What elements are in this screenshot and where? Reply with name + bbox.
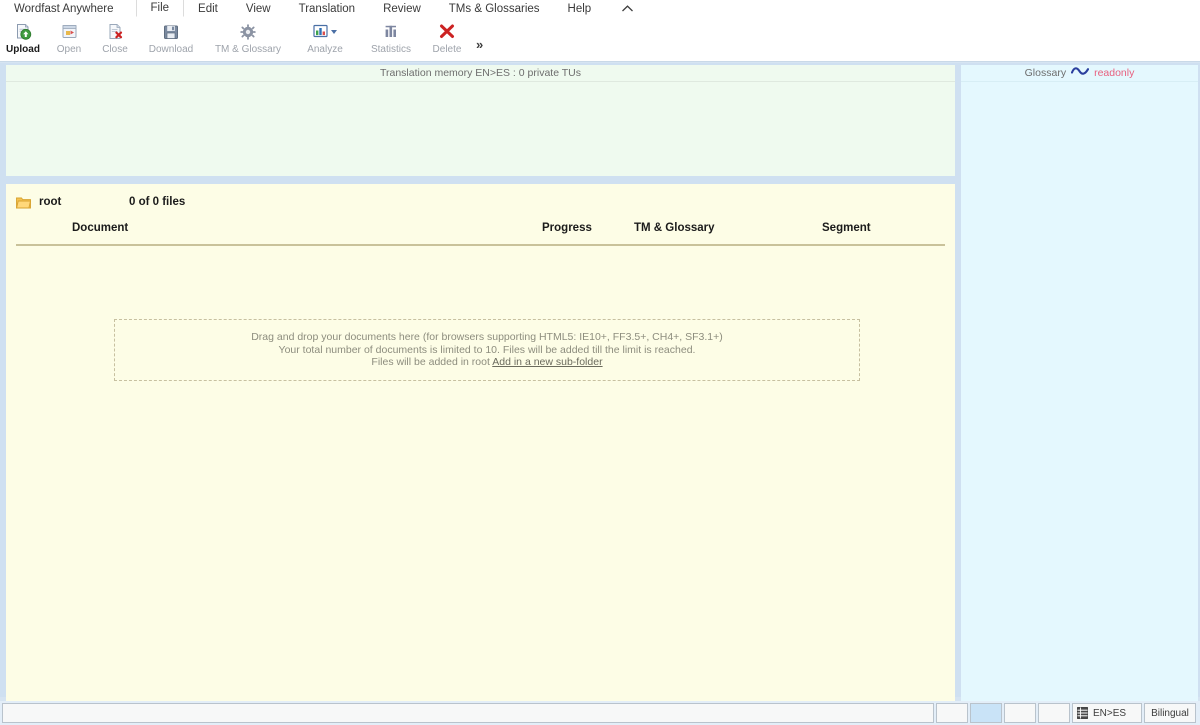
folder-icon [16, 196, 31, 209]
menu-bar: Wordfast Anywhere File Edit View Transla… [0, 0, 1200, 18]
wave-icon [1071, 65, 1089, 81]
status-cell-3[interactable] [1004, 703, 1036, 723]
toolbar-overflow-button[interactable]: » [476, 37, 483, 52]
language-pair-label: EN>ES [1093, 708, 1126, 719]
status-cell-1[interactable] [936, 703, 968, 723]
toolbar: Upload Open [0, 17, 1200, 62]
application-window: Wordfast Anywhere File Edit View Transla… [0, 0, 1200, 725]
glossary-readonly-badge: readonly [1094, 65, 1134, 81]
status-cell-4[interactable] [1038, 703, 1070, 723]
gear-icon [240, 22, 256, 41]
column-header-progress[interactable]: Progress [542, 222, 592, 234]
analyze-button[interactable]: Analyze [292, 20, 358, 60]
folder-row[interactable]: root 0 of 0 files [6, 184, 955, 212]
dropzone-line-1: Drag and drop your documents here (for b… [251, 331, 723, 344]
menu-item-translation-label: Translation [299, 3, 355, 15]
database-icon [1077, 707, 1088, 719]
upload-button[interactable]: Upload [0, 20, 46, 60]
menu-item-edit[interactable]: Edit [184, 0, 232, 17]
menu-item-view[interactable]: View [232, 0, 285, 17]
menu-item-translation[interactable]: Translation [285, 0, 369, 17]
upload-button-label: Upload [6, 44, 40, 56]
add-sub-folder-link[interactable]: Add in a new sub-folder [492, 356, 602, 368]
menu-item-tms-glossaries[interactable]: TMs & Glossaries [435, 0, 554, 17]
document-mode-indicator[interactable]: Bilingual [1144, 703, 1196, 723]
column-header-segment[interactable]: Segment [822, 222, 871, 234]
statistics-button[interactable]: Statistics [358, 20, 424, 60]
glossary-header: Glossary readonly [961, 65, 1198, 82]
chevron-up-icon[interactable] [614, 0, 1200, 17]
delete-button-label: Delete [433, 44, 462, 56]
tm-glossary-button[interactable]: TM & Glossary [204, 20, 292, 60]
dropzone-line-3: Files will be added in root Add in a new… [371, 356, 602, 369]
app-brand-label: Wordfast Anywhere [14, 3, 114, 15]
dropzone-line-2: Your total number of documents is limite… [279, 344, 696, 357]
glossary-title: Glossary [1025, 65, 1066, 81]
open-button-label: Open [57, 44, 81, 56]
statistics-button-label: Statistics [371, 44, 411, 56]
open-button[interactable]: Open [46, 20, 92, 60]
dropzone-line-3-prefix: Files will be added in root [371, 356, 489, 368]
translation-memory-header: Translation memory EN>ES : 0 private TUs [6, 65, 955, 82]
delete-x-icon [439, 22, 455, 41]
upload-icon [15, 22, 32, 41]
folder-name: root [39, 196, 129, 208]
menu-item-view-label: View [246, 3, 271, 15]
menu-item-help[interactable]: Help [554, 0, 606, 17]
statistics-icon [383, 22, 399, 41]
language-pair-indicator[interactable]: EN>ES [1072, 703, 1142, 723]
close-document-button[interactable]: Close [92, 20, 138, 60]
column-header-document[interactable]: Document [72, 222, 128, 234]
menu-item-tms-glossaries-label: TMs & Glossaries [449, 3, 540, 15]
close-document-button-label: Close [102, 44, 128, 56]
file-count: 0 of 0 files [129, 196, 185, 208]
status-cell-2[interactable] [970, 703, 1002, 723]
document-table-header: Document Progress TM & Glossary Segment [16, 222, 945, 246]
menu-item-edit-label: Edit [198, 3, 218, 15]
menu-item-file-label: File [151, 2, 170, 14]
analyze-chart-icon [313, 22, 337, 41]
menu-item-review-label: Review [383, 3, 421, 15]
glossary-panel: Glossary readonly [961, 65, 1198, 725]
download-button-label: Download [149, 44, 193, 56]
status-bar: EN>ES Bilingual [0, 701, 1200, 725]
glossary-body[interactable] [961, 82, 1198, 725]
open-icon [61, 22, 78, 41]
analyze-button-label: Analyze [307, 44, 343, 56]
tm-glossary-button-label: TM & Glossary [215, 44, 281, 56]
app-brand[interactable]: Wordfast Anywhere [0, 0, 136, 17]
menu-item-review[interactable]: Review [369, 0, 435, 17]
status-message [2, 703, 934, 723]
translation-memory-body[interactable] [6, 82, 955, 176]
column-header-tm-glossary[interactable]: TM & Glossary [634, 222, 715, 234]
workspace: Translation memory EN>ES : 0 private TUs… [0, 63, 1200, 697]
document-panel: root 0 of 0 files Document Progress TM &… [6, 184, 955, 725]
save-floppy-icon [163, 22, 179, 41]
menu-item-file[interactable]: File [136, 0, 185, 17]
document-dropzone[interactable]: Drag and drop your documents here (for b… [114, 319, 860, 381]
translation-memory-panel: Translation memory EN>ES : 0 private TUs [6, 65, 955, 176]
menu-item-help-label: Help [568, 3, 592, 15]
analyze-dropdown-caret-icon[interactable] [331, 30, 337, 34]
delete-button[interactable]: Delete [424, 20, 470, 60]
close-document-icon [107, 22, 124, 41]
download-button[interactable]: Download [138, 20, 204, 60]
